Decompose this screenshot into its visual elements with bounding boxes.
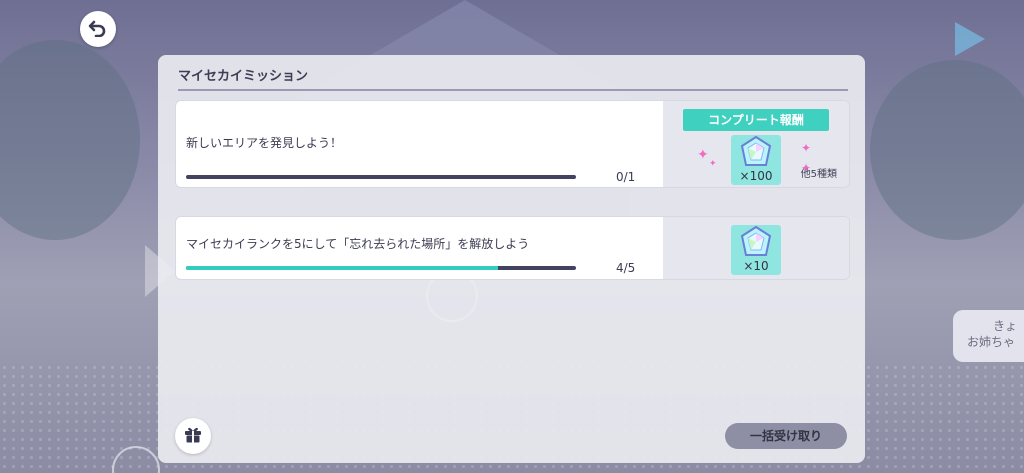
mission-progress-fill xyxy=(186,266,498,270)
side-speech-bubble: きょ お姉ちゃ xyxy=(953,310,1024,362)
mission-progress-text: 4/5 xyxy=(616,261,636,275)
crystal-gem-icon xyxy=(739,135,773,173)
reward-item[interactable]: ×10 xyxy=(731,225,781,275)
side-bubble-line2: お姉ちゃ xyxy=(967,335,1016,349)
gift-button[interactable] xyxy=(175,418,211,454)
reward-quantity: ×100 xyxy=(739,169,773,183)
mission-text: 新しいエリアを発見しよう！ xyxy=(186,136,343,150)
mission-text: マイセカイランクを5にして「忘れ去られた場所」を解放しよう xyxy=(186,237,530,251)
background-tree xyxy=(0,40,140,240)
side-bubble-line1: きょ xyxy=(992,319,1017,333)
reward-item[interactable]: ×100 xyxy=(731,135,781,185)
mission-progress-bar xyxy=(186,266,576,270)
claim-all-button[interactable]: 一括受け取り xyxy=(725,423,847,449)
background-tree xyxy=(870,60,1024,240)
back-button[interactable] xyxy=(80,11,116,47)
reward-quantity: ×10 xyxy=(743,259,769,273)
reward-other-count: 他5種類 xyxy=(800,169,837,180)
mission-progress-bar xyxy=(186,175,576,179)
mission-reward: コンプリート報酬 ✦ ✦ ✦ ✦ ×100 他5種類 xyxy=(663,101,849,187)
sparkle-icon: ✦ xyxy=(697,147,709,163)
mission-card: マイセカイランクを5にして「忘れ去られた場所」を解放しよう 4/5 ×10 xyxy=(175,216,850,280)
mission-progress-text: 0/1 xyxy=(616,170,636,184)
crystal-gem-icon xyxy=(739,225,773,263)
complete-reward-ribbon: コンプリート報酬 xyxy=(683,109,829,133)
back-arrow-icon xyxy=(88,17,108,41)
sparkle-icon: ✦ xyxy=(709,159,717,169)
mission-card: 新しいエリアを発見しよう！ 0/1 コンプリート報酬 ✦ ✦ ✦ ✦ ×100 … xyxy=(175,100,850,188)
mission-reward: ×10 xyxy=(663,217,849,279)
gift-icon xyxy=(183,424,203,448)
background-triangle xyxy=(955,22,985,56)
sparkle-icon: ✦ xyxy=(801,141,812,155)
panel-title: マイセカイミッション xyxy=(178,65,848,91)
